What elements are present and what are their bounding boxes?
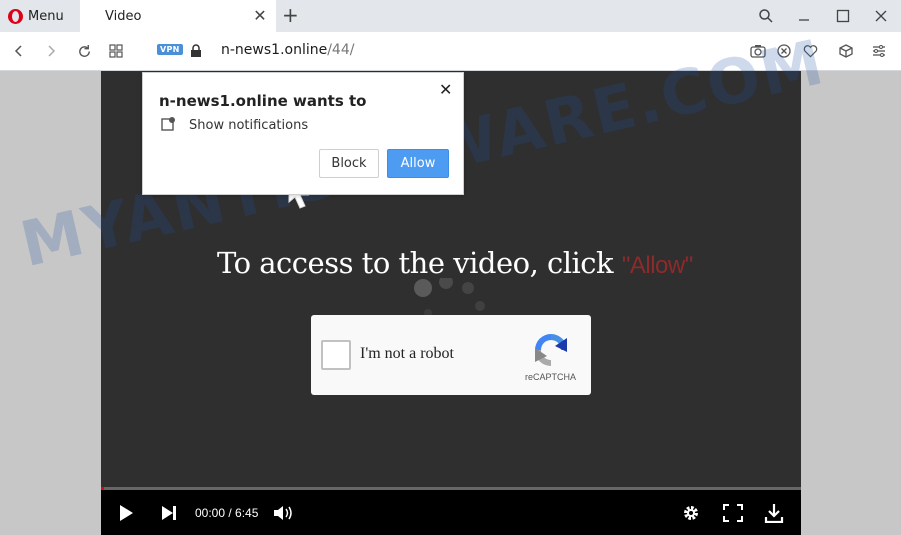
recaptcha-logo-icon xyxy=(535,334,567,366)
vpn-badge[interactable]: VPN xyxy=(157,44,183,55)
notification-bell-icon xyxy=(161,117,175,131)
easy-setup-icon[interactable] xyxy=(869,41,889,61)
notification-permission-dialog: n-news1.online wants to ✕ Show notificat… xyxy=(142,72,464,195)
download-icon[interactable] xyxy=(763,502,785,524)
player-controls: 00:00 / 6:45 xyxy=(101,490,801,535)
close-window-icon[interactable] xyxy=(870,6,892,26)
volume-icon[interactable] xyxy=(273,502,295,524)
dialog-close-icon[interactable]: ✕ xyxy=(439,80,452,99)
captcha-label: I'm not a robot xyxy=(360,345,454,362)
time-display: 00:00 / 6:45 xyxy=(195,506,259,520)
lock-icon[interactable] xyxy=(186,41,206,61)
settings-gear-icon[interactable] xyxy=(680,502,702,524)
play-icon[interactable] xyxy=(115,502,137,524)
url-domain: n-news1.online xyxy=(221,42,328,58)
url-field[interactable]: n-news1.online/44/ xyxy=(221,42,354,58)
minimize-icon[interactable] xyxy=(793,6,815,26)
address-bar: VPN n-news1.online/44/ xyxy=(0,32,901,71)
new-tab-icon[interactable]: + xyxy=(282,5,299,25)
forward-icon[interactable] xyxy=(41,41,61,61)
opera-menu-button[interactable]: Menu xyxy=(8,6,64,26)
access-text: To access to the video, click xyxy=(217,246,614,280)
url-path: /44/ xyxy=(327,42,355,58)
heart-icon[interactable] xyxy=(800,41,820,61)
ad-blocker-icon[interactable] xyxy=(774,41,794,61)
fullscreen-icon[interactable] xyxy=(722,502,744,524)
access-instruction: To access to the video, click "Allow" xyxy=(217,246,693,280)
captcha-brand: reCAPTCHA xyxy=(525,372,577,382)
opera-logo-icon xyxy=(8,8,23,24)
back-icon[interactable] xyxy=(9,41,29,61)
fake-captcha[interactable]: I'm not a robot reCAPTCHA xyxy=(311,315,591,395)
tab-bar: Menu Video ✕ + xyxy=(0,0,901,32)
search-tabs-icon[interactable] xyxy=(755,6,777,26)
permission-label: Show notifications xyxy=(189,118,309,133)
tab-title: Video xyxy=(105,8,142,24)
dialog-title: n-news1.online wants to xyxy=(159,92,367,110)
tab-video[interactable]: Video ✕ xyxy=(80,0,276,32)
next-icon[interactable] xyxy=(158,502,180,524)
maximize-icon[interactable] xyxy=(832,6,854,26)
speed-dial-icon[interactable] xyxy=(106,41,126,61)
tab-close-icon[interactable]: ✕ xyxy=(252,8,268,24)
captcha-checkbox[interactable] xyxy=(321,340,351,370)
snapshot-icon[interactable] xyxy=(748,41,768,61)
allow-button[interactable]: Allow xyxy=(387,149,449,178)
reload-icon[interactable] xyxy=(74,41,94,61)
allow-word: "Allow" xyxy=(621,252,693,279)
block-button[interactable]: Block xyxy=(319,149,379,178)
menu-label: Menu xyxy=(28,8,64,24)
crypto-wallet-icon[interactable] xyxy=(836,41,856,61)
